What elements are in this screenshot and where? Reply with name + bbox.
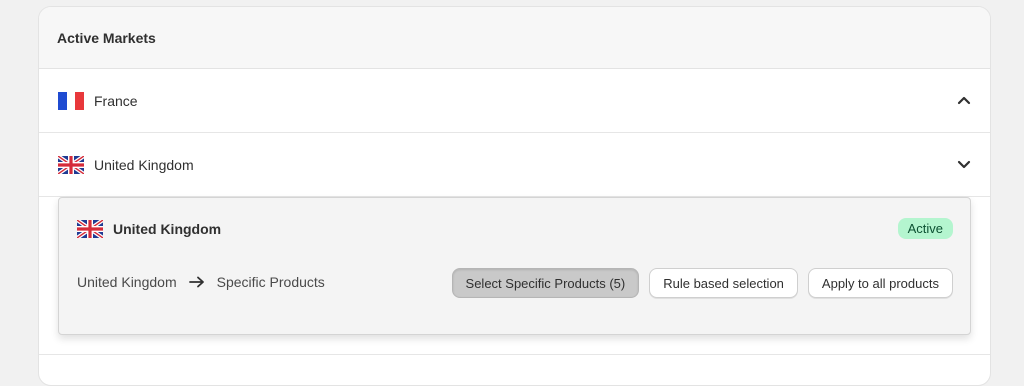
path-from-label: United Kingdom <box>77 274 177 290</box>
chevron-down-icon[interactable] <box>956 157 972 173</box>
section-title: Active Markets <box>39 7 990 69</box>
active-markets-card: Active Markets France United Kingdom Uni… <box>38 6 991 386</box>
panel-title: United Kingdom <box>113 221 222 237</box>
market-name-france: France <box>94 92 138 109</box>
chevron-up-icon[interactable] <box>956 93 972 109</box>
rule-based-selection-button[interactable]: Rule based selection <box>649 268 798 298</box>
market-row-france[interactable]: France <box>39 69 990 133</box>
apply-to-all-products-button[interactable]: Apply to all products <box>807 268 953 298</box>
status-badge: Active <box>897 218 953 239</box>
france-flag-icon <box>58 91 84 110</box>
market-detail-panel: United Kingdom Active United Kingdom Spe… <box>58 197 971 335</box>
divider <box>39 354 990 355</box>
uk-flag-icon <box>58 155 84 174</box>
market-name-united-kingdom: United Kingdom <box>94 156 194 173</box>
market-row-united-kingdom[interactable]: United Kingdom <box>39 133 990 197</box>
uk-flag-icon <box>77 220 103 238</box>
path-to-label: Specific Products <box>216 274 325 290</box>
selection-path: United Kingdom Specific Products <box>77 274 325 290</box>
select-specific-products-button[interactable]: Select Specific Products (5) <box>451 268 640 298</box>
arrow-right-icon <box>188 276 205 288</box>
panel-header: United Kingdom <box>77 220 221 238</box>
selection-mode-buttons: Select Specific Products (5) Rule based … <box>451 268 953 298</box>
